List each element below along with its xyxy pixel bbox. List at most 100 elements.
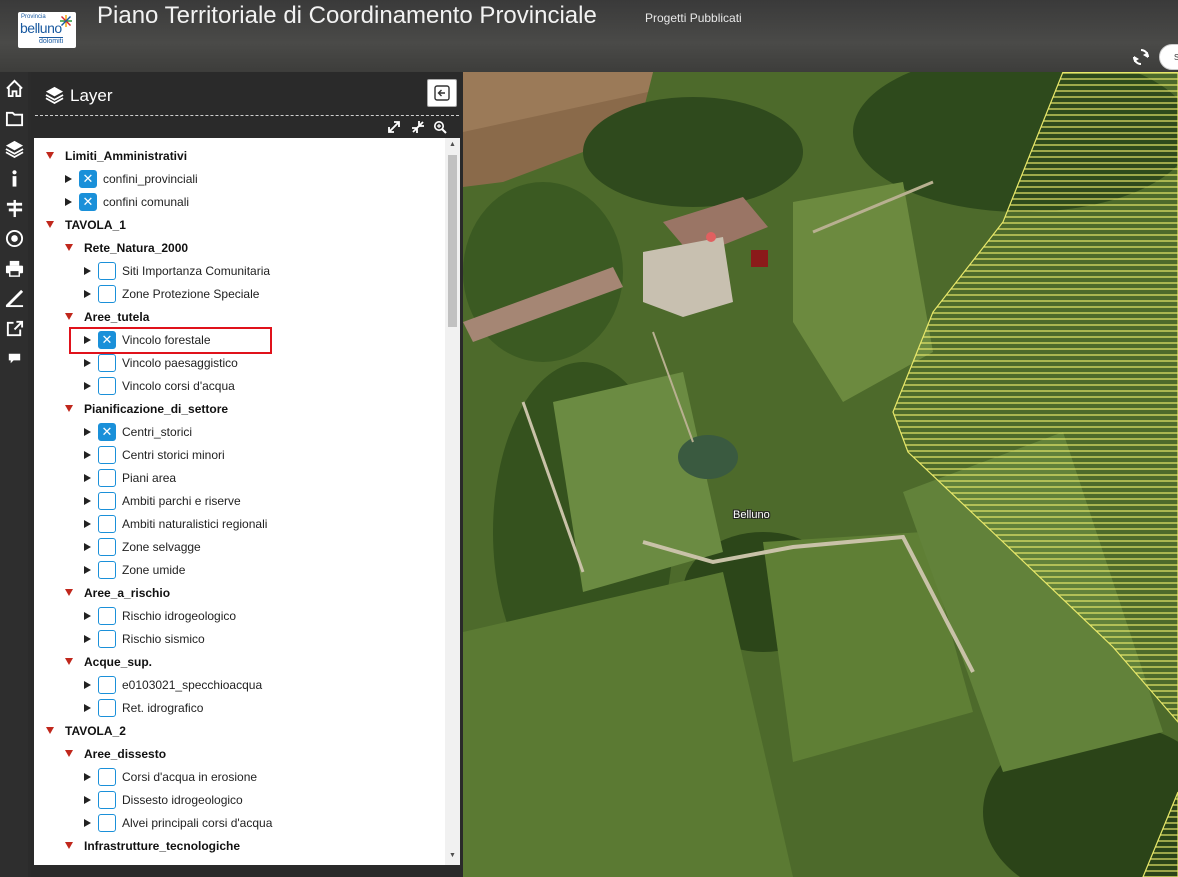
layer-checkbox[interactable]: [98, 353, 116, 372]
tree-layer[interactable]: Piani area: [84, 466, 176, 489]
caret-down-icon[interactable]: [65, 842, 73, 849]
caret-down-icon[interactable]: [46, 727, 54, 734]
scroll-up-icon[interactable]: ▲: [449, 141, 456, 148]
target-button[interactable]: [2, 226, 26, 250]
caret-right-icon[interactable]: [84, 427, 91, 436]
layer-checkbox[interactable]: [98, 813, 116, 832]
caret-down-icon[interactable]: [65, 589, 73, 596]
tree-layer[interactable]: Ambiti parchi e riserve: [84, 489, 241, 512]
layer-checkbox[interactable]: [98, 537, 116, 556]
tree-layer[interactable]: Rischio sismico: [84, 627, 205, 650]
tree-group[interactable]: TAVOLA_1: [46, 213, 126, 236]
caret-right-icon[interactable]: [84, 818, 91, 827]
collapse-panel-button[interactable]: [427, 79, 457, 107]
measure-button[interactable]: [2, 286, 26, 310]
caret-right-icon[interactable]: [84, 772, 91, 781]
layer-checkbox[interactable]: [98, 376, 116, 395]
caret-right-icon[interactable]: [84, 358, 91, 367]
tree-layer[interactable]: Alvei principali corsi d'acqua: [84, 811, 272, 834]
print-button[interactable]: [2, 256, 26, 280]
layer-checkbox[interactable]: [98, 491, 116, 510]
tree-group[interactable]: Aree_dissesto: [65, 742, 166, 765]
signpost-button[interactable]: [2, 196, 26, 220]
tree-group[interactable]: TAVOLA_2: [46, 719, 126, 742]
caret-right-icon[interactable]: [84, 381, 91, 390]
layer-checkbox[interactable]: [98, 606, 116, 625]
tree-layer[interactable]: Vincolo corsi d'acqua: [84, 374, 235, 397]
caret-right-icon[interactable]: [84, 611, 91, 620]
tree-group[interactable]: Acque_sup.: [65, 650, 152, 673]
layers-button[interactable]: [2, 136, 26, 160]
caret-right-icon[interactable]: [84, 634, 91, 643]
caret-right-icon[interactable]: [84, 289, 91, 298]
tree-layer[interactable]: ✕ confini comunali: [65, 190, 189, 213]
caret-down-icon[interactable]: [65, 313, 73, 320]
caret-down-icon[interactable]: [65, 750, 73, 757]
tree-layer[interactable]: Centri storici minori: [84, 443, 225, 466]
caret-right-icon[interactable]: [65, 197, 72, 206]
tree-layer[interactable]: Zone selvagge: [84, 535, 201, 558]
expand-all-icon[interactable]: [387, 120, 401, 134]
folder-button[interactable]: [2, 106, 26, 130]
caret-right-icon[interactable]: [84, 519, 91, 528]
tree-layer[interactable]: Rischio idrogeologico: [84, 604, 236, 627]
tree-layer[interactable]: ✕ Centri_storici: [84, 420, 192, 443]
tree-layer[interactable]: Zone umide: [84, 558, 185, 581]
tree-layer[interactable]: Vincolo paesaggistico: [84, 351, 238, 374]
tree-group[interactable]: Rete_Natura_2000: [65, 236, 188, 259]
scrollbar-thumb[interactable]: [448, 155, 457, 327]
layer-checkbox[interactable]: [98, 767, 116, 786]
tree-group[interactable]: Aree_tutela: [65, 305, 149, 328]
refresh-icon[interactable]: [1132, 48, 1150, 66]
app-subtitle[interactable]: Progetti Pubblicati: [645, 11, 742, 25]
tree-group[interactable]: Infrastrutture_tecnologiche: [65, 834, 240, 857]
tree-layer[interactable]: Dissesto idrogeologico: [84, 788, 243, 811]
caret-right-icon[interactable]: [84, 680, 91, 689]
layer-checkbox[interactable]: [98, 261, 116, 280]
layer-checkbox[interactable]: [98, 698, 116, 717]
layer-checkbox[interactable]: [98, 284, 116, 303]
tree-layer[interactable]: Corsi d'acqua in erosione: [84, 765, 257, 788]
caret-right-icon[interactable]: [84, 450, 91, 459]
caret-right-icon[interactable]: [84, 542, 91, 551]
caret-right-icon[interactable]: [84, 795, 91, 804]
caret-right-icon[interactable]: [84, 565, 91, 574]
layer-checkbox[interactable]: [98, 629, 116, 648]
zoom-to-layer-icon[interactable]: [433, 120, 447, 134]
info-button[interactable]: [2, 166, 26, 190]
tree-group[interactable]: Pianificazione_di_settore: [65, 397, 228, 420]
layer-checkbox[interactable]: ✕: [79, 192, 97, 211]
caret-right-icon[interactable]: [84, 496, 91, 505]
home-button[interactable]: [2, 76, 26, 100]
scroll-down-icon[interactable]: ▼: [449, 852, 456, 859]
tree-layer[interactable]: Zone Protezione Speciale: [84, 282, 259, 305]
tree-layer[interactable]: Ret. idrografico: [84, 696, 203, 719]
provincia-belluno-logo[interactable]: Provincia belluno dolomiti: [18, 12, 76, 48]
tree-layer[interactable]: Ambiti naturalistici regionali: [84, 512, 267, 535]
layer-checkbox[interactable]: ✕: [98, 422, 116, 441]
caret-down-icon[interactable]: [46, 221, 54, 228]
layer-checkbox[interactable]: [98, 514, 116, 533]
layer-checkbox[interactable]: [98, 675, 116, 694]
tree-layer[interactable]: Siti Importanza Comunitaria: [84, 259, 270, 282]
map-marker[interactable]: [751, 250, 768, 267]
tree-layer[interactable]: ✕ confini_provinciali: [65, 167, 198, 190]
tree-group[interactable]: Limiti_Amministrativi: [46, 144, 187, 167]
layer-checkbox[interactable]: [98, 468, 116, 487]
layer-checkbox[interactable]: ✕: [79, 169, 97, 188]
share-button[interactable]: [2, 316, 26, 340]
map-view[interactable]: Belluno: [463, 72, 1178, 877]
tree-scrollbar[interactable]: ▲ ▼: [445, 138, 460, 865]
caret-right-icon[interactable]: [65, 174, 72, 183]
caret-down-icon[interactable]: [65, 244, 73, 251]
layer-checkbox[interactable]: [98, 790, 116, 809]
tree-layer[interactable]: e0103021_specchioacqua: [84, 673, 262, 696]
search-input[interactable]: s: [1159, 44, 1178, 70]
caret-right-icon[interactable]: [84, 473, 91, 482]
layer-checkbox[interactable]: [98, 445, 116, 464]
caret-right-icon[interactable]: [84, 266, 91, 275]
collapse-all-icon[interactable]: [411, 120, 425, 134]
caret-down-icon[interactable]: [46, 152, 54, 159]
tree-group[interactable]: Aree_a_rischio: [65, 581, 170, 604]
caret-down-icon[interactable]: [65, 405, 73, 412]
